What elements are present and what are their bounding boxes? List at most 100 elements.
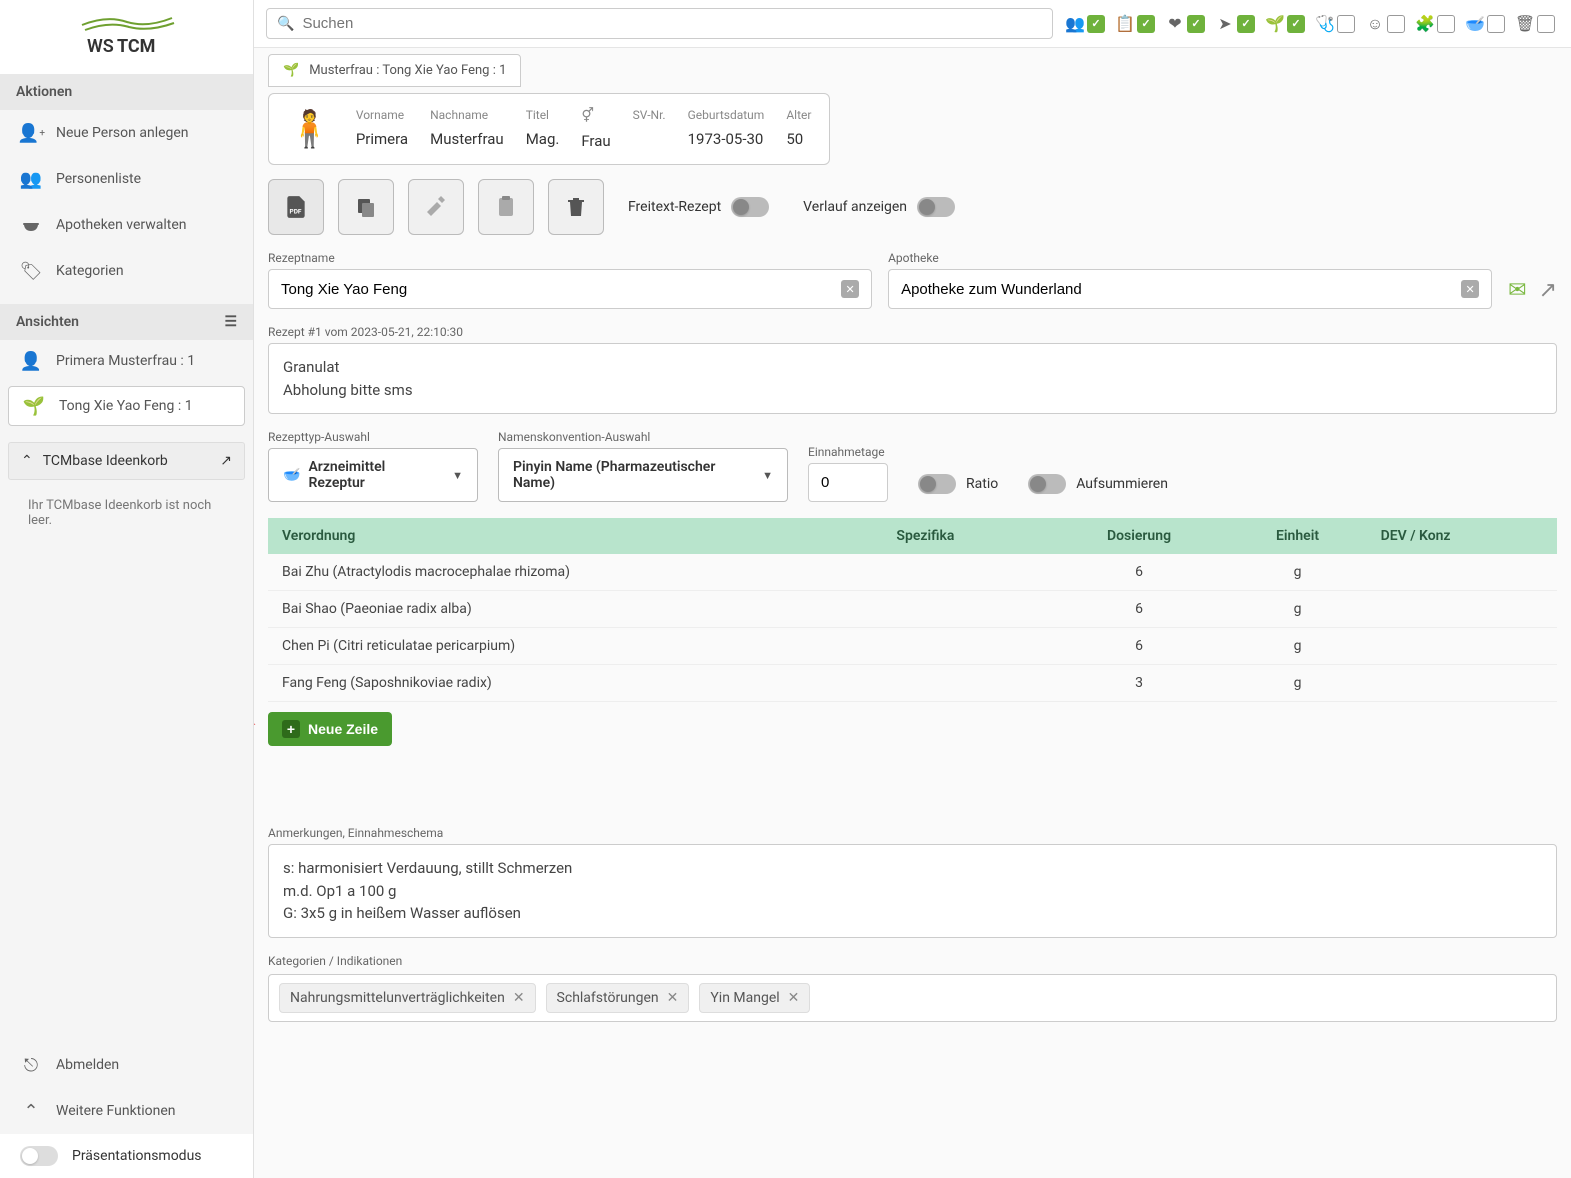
field-label: Vorname (356, 108, 408, 122)
tcmbase-header[interactable]: ⌃TCMbase Ideenkorb ↗ (8, 442, 245, 480)
views-header: Ansichten☰ (0, 304, 253, 340)
caret-down-icon: ▼ (452, 469, 463, 482)
clear-icon[interactable]: ✕ (1461, 280, 1479, 298)
th-einheit: Einheit (1228, 518, 1366, 554)
filter-people[interactable]: 👥✓ (1061, 12, 1109, 36)
table-row[interactable]: Chen Pi (Citri reticulatae pericarpium)6… (268, 628, 1557, 665)
mortar-icon: 🥣 (283, 467, 300, 483)
menu-person-list[interactable]: 👥Personenliste (0, 156, 253, 202)
menu-new-person[interactable]: 👤+Neue Person anlegen (0, 110, 253, 156)
gender-icon: ⚥ (581, 108, 610, 124)
menu-icon-lines[interactable]: ☰ (224, 314, 237, 330)
filter-mortar[interactable]: 🥣 (1461, 12, 1509, 36)
kategorien-label: Kategorien / Indikationen (268, 954, 1557, 968)
ratio-toggle-group: Ratio (918, 474, 998, 502)
view-recipe[interactable]: 🌱Tong Xie Yao Feng : 1 (8, 386, 245, 426)
tag[interactable]: Schlafstörungen✕ (546, 983, 690, 1013)
rezeptname-input-wrap[interactable]: ✕ (268, 269, 872, 309)
cell-unit: g (1228, 591, 1366, 628)
more-functions[interactable]: ⌃Weitere Funktionen (0, 1088, 253, 1134)
remove-tag-icon[interactable]: ✕ (667, 990, 679, 1006)
menu-categories[interactable]: 🏷Kategorien (0, 248, 253, 294)
anmerkungen-box[interactable]: s: harmonisiert Verdauung, stillt Schmer… (268, 844, 1557, 938)
action-row: PDF Freitext-Rezept Verlauf anzeigen (268, 179, 1557, 235)
trash-icon: 🗑 (1515, 14, 1535, 34)
check-icon: ✓ (1287, 15, 1305, 33)
delete-button[interactable] (548, 179, 604, 235)
apotheke-input-wrap[interactable]: ✕ (888, 269, 1492, 309)
people-icon: 👥 (20, 168, 42, 190)
ratio-toggle[interactable] (918, 474, 956, 494)
logo: WSTCM (0, 0, 253, 74)
note-box[interactable]: Granulat Abholung bitte sms (268, 343, 1557, 414)
rezepttyp-dropdown[interactable]: 🥣Arzneimittel Rezeptur▼ (268, 448, 478, 502)
unchecked-icon (1487, 15, 1505, 33)
table-row[interactable]: Bai Shao (Paeoniae radix alba)6g (268, 591, 1557, 628)
filter-icons: 👥✓ 📋✓ ❤✓ ➤✓ 🌱✓ 🩺 ☺ 🧩 🥣 🗑 (1061, 12, 1559, 36)
filter-trash[interactable]: 🗑 (1511, 12, 1559, 36)
external-link-icon[interactable]: ↗ (1539, 278, 1557, 303)
tag[interactable]: Yin Mangel✕ (699, 983, 810, 1013)
tag-row[interactable]: Nahrungsmittelunverträglichkeiten✕ Schlaf… (268, 974, 1557, 1022)
paste-button[interactable] (478, 179, 534, 235)
cell-unit: g (1228, 665, 1366, 702)
recipe-meta: Rezept #1 vom 2023-05-21, 22:10:30 (268, 325, 1557, 339)
field-value: Primera (356, 130, 408, 148)
field-label: Geburtsdatum (688, 108, 765, 122)
einnahmetage-label: Einnahmetage (808, 445, 888, 459)
tab-recipe[interactable]: 🌱Musterfrau : Tong Xie Yao Feng : 1 (268, 54, 521, 87)
cell-spec (882, 591, 1049, 628)
table-row[interactable]: Bai Zhu (Atractylodis macrocephalae rhiz… (268, 554, 1557, 591)
cell-dose: 6 (1050, 628, 1229, 665)
envelope-icon[interactable]: ✉ (1508, 278, 1526, 303)
edit-button[interactable] (408, 179, 464, 235)
field-label: SV-Nr. (633, 108, 666, 122)
search-box[interactable]: 🔍 (266, 8, 1053, 39)
chevron-up-icon: ⌃ (20, 1100, 42, 1122)
prescription-table: Verordnung Spezifika Dosierung Einheit D… (268, 518, 1557, 702)
filter-heart[interactable]: ❤✓ (1161, 12, 1209, 36)
pdf-button[interactable]: PDF (268, 179, 324, 235)
sidebar-bottom: ⎋Abmelden ⌃Weitere Funktionen Präsentati… (0, 1042, 253, 1178)
filter-puzzle[interactable]: 🧩 (1411, 12, 1459, 36)
einnahmetage-input[interactable] (808, 463, 888, 502)
logout-icon: ⎋ (20, 1054, 42, 1076)
annot-line: G: 3x5 g in heißem Wasser auflösen (283, 902, 1542, 925)
remove-tag-icon[interactable]: ✕ (513, 990, 525, 1006)
send-icon: ➤ (1215, 14, 1235, 34)
presentation-toggle[interactable] (20, 1146, 58, 1166)
search-input[interactable] (302, 15, 1042, 32)
view-person[interactable]: 👤Primera Musterfrau : 1 (0, 340, 253, 382)
main: 🔍 👥✓ 📋✓ ❤✓ ➤✓ 🌱✓ 🩺 ☺ 🧩 🥣 🗑 🌱Musterfrau :… (254, 0, 1571, 1178)
apotheke-input[interactable] (901, 281, 1461, 298)
external-link-icon[interactable]: ↗ (220, 453, 232, 469)
clear-icon[interactable]: ✕ (841, 280, 859, 298)
remove-tag-icon[interactable]: ✕ (788, 990, 800, 1006)
filter-stethoscope[interactable]: 🩺 (1311, 12, 1359, 36)
namenskonvention-dropdown[interactable]: Pinyin Name (Pharmazeutischer Name)▼ (498, 448, 788, 502)
puzzle-icon: 🧩 (1415, 14, 1435, 34)
filter-send[interactable]: ➤✓ (1211, 12, 1259, 36)
copy-button[interactable] (338, 179, 394, 235)
th-spezifika: Spezifika (882, 518, 1049, 554)
filter-sprout[interactable]: 🌱✓ (1261, 12, 1309, 36)
aufsummieren-toggle[interactable] (1028, 474, 1066, 494)
verlauf-toggle[interactable] (917, 197, 955, 217)
menu-label: Neue Person anlegen (56, 125, 189, 141)
field-value: Musterfrau (430, 130, 504, 148)
search-icon: 🔍 (277, 16, 294, 32)
table-row[interactable]: Fang Feng (Saposhnikoviae radix)3g (268, 665, 1557, 702)
freitext-toggle[interactable] (731, 197, 769, 217)
rezeptname-input[interactable] (281, 281, 841, 298)
th-verordnung: Verordnung (268, 518, 882, 554)
menu-label: Apotheken verwalten (56, 217, 187, 233)
logout-button[interactable]: ⎋Abmelden (0, 1042, 253, 1088)
tag[interactable]: Nahrungsmittelunverträglichkeiten✕ (279, 983, 536, 1013)
filter-face[interactable]: ☺ (1361, 12, 1409, 36)
menu-pharmacies[interactable]: Apotheken verwalten (0, 202, 253, 248)
side-icons: ✉ ↗ (1508, 278, 1557, 309)
filter-clipboard[interactable]: 📋✓ (1111, 12, 1159, 36)
note-line: Abholung bitte sms (283, 379, 1542, 402)
new-row-button[interactable]: +Neue Zeile (268, 712, 392, 746)
field-value: 50 (786, 130, 811, 148)
